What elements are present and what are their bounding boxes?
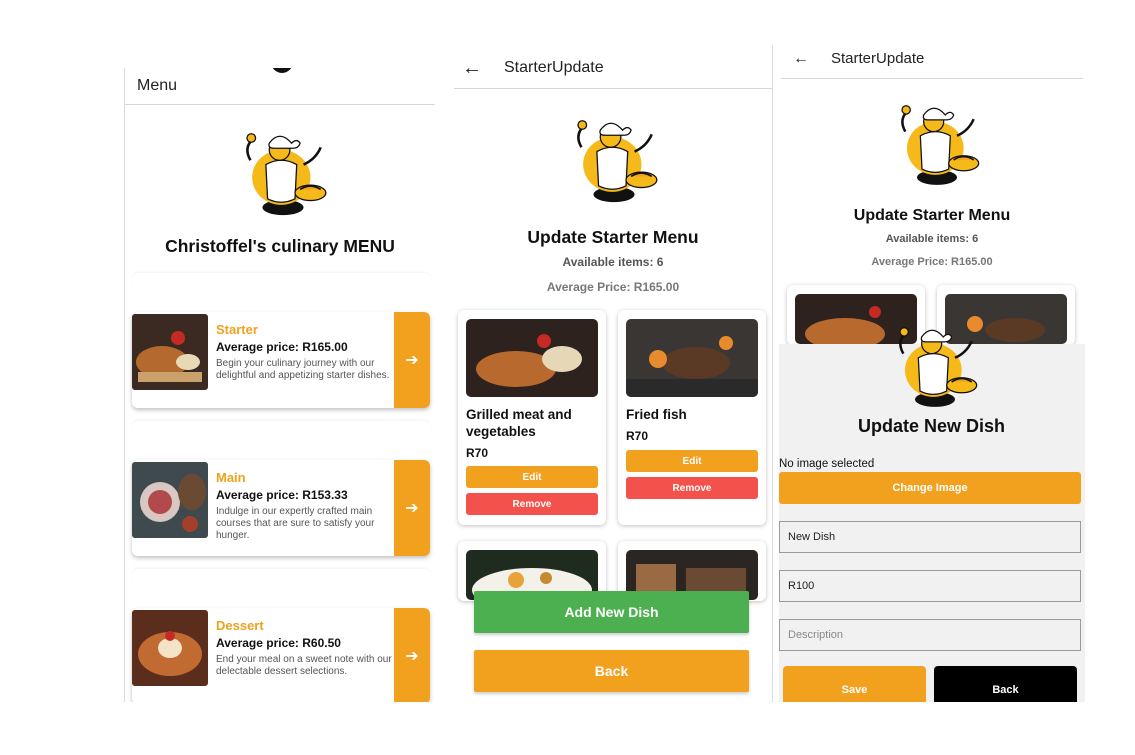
update-starter-heading: Update Starter Menu: [853, 207, 1011, 224]
update-dish-sheet: Update New Dish No image selected Change…: [779, 326, 1085, 702]
menu-app-bar: Menu: [125, 68, 435, 105]
back-button[interactable]: Back: [934, 666, 1077, 702]
screenshot-collage: Menu Christoffel's culinary MENU Starter…: [0, 0, 1135, 755]
starter-image: [132, 314, 208, 390]
save-button[interactable]: Save: [783, 666, 926, 702]
main-text: Main Average price: R153.33 Indulge in o…: [216, 470, 394, 542]
chef-mascot-logo: [898, 326, 978, 408]
update-dish-screen: ← StarterUpdate Update Starter Menu Avai…: [779, 45, 1085, 702]
category-price: Average price: R60.50: [216, 636, 341, 650]
category-description: Indulge in our expertly crafted main cou…: [216, 506, 375, 541]
change-image-button[interactable]: Change Image: [779, 472, 1081, 504]
average-price: Average Price: R165.00: [871, 256, 993, 268]
add-new-dish-button[interactable]: Add New Dish: [474, 591, 749, 633]
category-name: Starter: [216, 322, 258, 337]
card-edge: [132, 569, 430, 583]
dish-image: [466, 319, 598, 397]
card-edge: [132, 273, 430, 287]
open-main-button[interactable]: ➔: [394, 460, 430, 556]
category-price: Average price: R153.33: [216, 488, 348, 502]
dish-card: Grilled meat and vegetables R70 Edit Rem…: [458, 310, 606, 525]
available-items: Available items: 6: [885, 233, 979, 245]
arrow-right-icon: ➔: [405, 500, 419, 517]
category-name: Dessert: [216, 618, 264, 633]
remove-button[interactable]: Remove: [626, 477, 758, 499]
category-description: End your meal on a sweet note with our d…: [216, 654, 392, 677]
dish-price: R70: [466, 446, 489, 460]
category-description: Begin your culinary journey with our del…: [216, 358, 390, 381]
update-new-dish-heading: Update New Dish: [857, 416, 1006, 436]
chef-mascot-logo: [900, 104, 980, 186]
chef-mascot-logo: [245, 132, 328, 216]
menu-screen: Menu Christoffel's culinary MENU Starter…: [124, 68, 435, 702]
dish-name-field[interactable]: New Dish: [779, 521, 1081, 553]
back-arrow-icon[interactable]: ←: [462, 58, 482, 78]
dish-price-field[interactable]: R100: [779, 570, 1081, 602]
average-price: Average Price: R165.00: [546, 280, 680, 294]
back-arrow-icon[interactable]: ←: [793, 50, 809, 67]
no-image-label: No image selected: [779, 458, 875, 470]
dish-image: [626, 319, 758, 397]
starter-update-title: StarterUpdate: [831, 50, 925, 67]
dessert-image: [132, 610, 208, 686]
back-button[interactable]: Back: [474, 650, 749, 692]
dish-name: Grilled meat and vegetables: [466, 407, 572, 439]
update-starter-heading: Update Starter Menu: [527, 227, 699, 247]
dish-name: Fried fish: [626, 407, 687, 422]
dish-price: R70: [626, 429, 649, 443]
camera-notch: [271, 68, 293, 73]
main-image: [132, 462, 208, 538]
description-field[interactable]: Description: [779, 619, 1081, 651]
arrow-right-icon: ➔: [405, 648, 419, 665]
arrow-right-icon: ➔: [405, 352, 419, 369]
open-dessert-button[interactable]: ➔: [394, 608, 430, 702]
category-card-starter[interactable]: Starter Average price: R165.00 Begin you…: [132, 312, 430, 408]
edit-button[interactable]: Edit: [466, 466, 598, 488]
menu-heading: Christoffel's culinary MENU: [165, 236, 395, 256]
menu-title: Menu: [137, 77, 178, 94]
open-starter-button[interactable]: ➔: [394, 312, 430, 408]
starter-text: Starter Average price: R165.00 Begin you…: [216, 322, 394, 382]
available-items: Available items: 6: [562, 255, 664, 269]
category-card-dessert[interactable]: Dessert Average price: R60.50 End your m…: [132, 608, 430, 702]
remove-button[interactable]: Remove: [466, 493, 598, 515]
starter-update-screen: ← StarterUpdate Update Starter Menu Avai…: [454, 45, 773, 702]
category-card-main[interactable]: Main Average price: R153.33 Indulge in o…: [132, 460, 430, 556]
starter-update-app-bar: ← StarterUpdate: [454, 47, 772, 89]
starter-update-app-bar: ← StarterUpdate: [781, 45, 1083, 79]
category-price: Average price: R165.00: [216, 340, 348, 354]
card-edge: [132, 421, 430, 435]
starter-update-title: StarterUpdate: [504, 58, 604, 76]
dish-card: Fried fish R70 Edit Remove: [618, 310, 766, 525]
edit-button[interactable]: Edit: [626, 450, 758, 472]
dessert-text: Dessert Average price: R60.50 End your m…: [216, 618, 394, 678]
category-name: Main: [216, 470, 246, 485]
chef-mascot-logo: [576, 119, 659, 203]
